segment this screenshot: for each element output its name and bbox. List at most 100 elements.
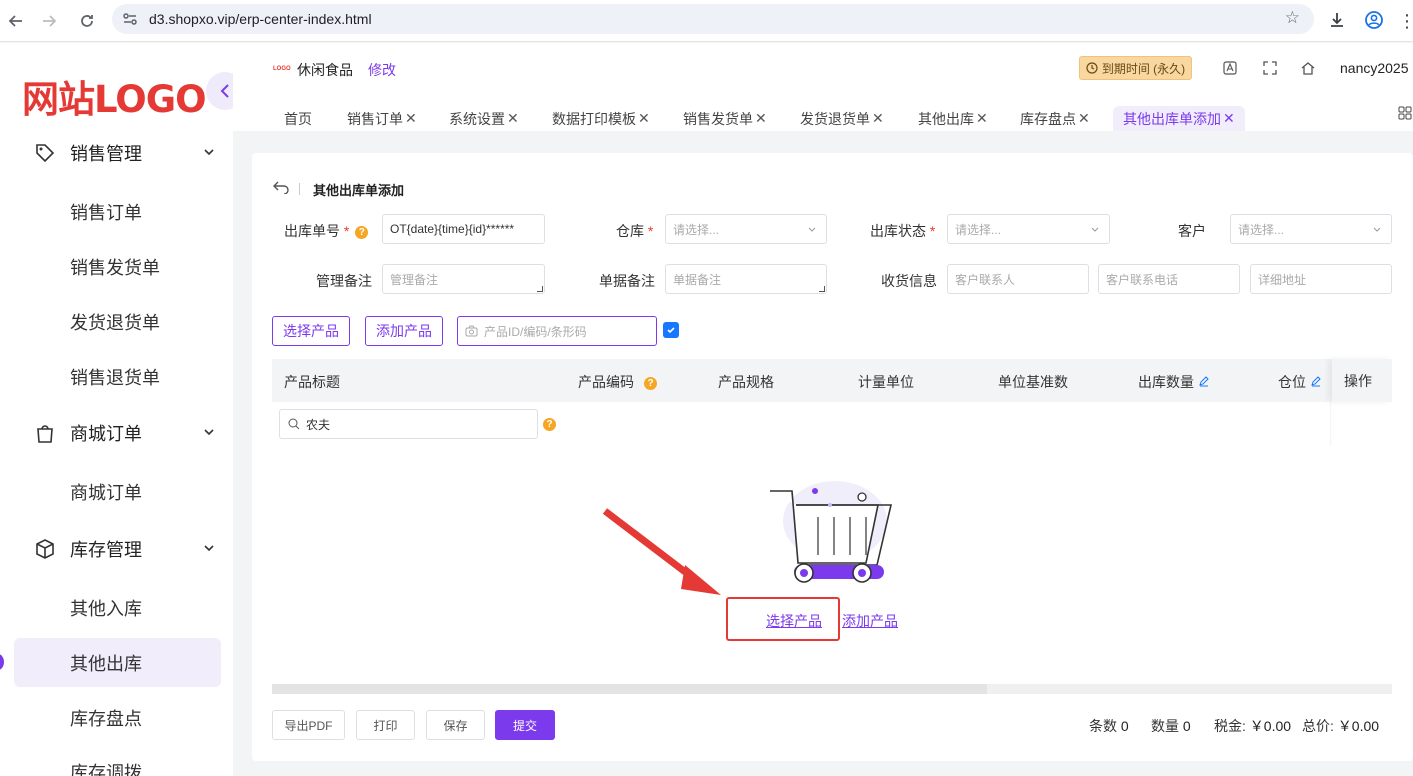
expire-badge: 到期时间 (永久) (1079, 56, 1192, 80)
save-button[interactable]: 保存 (426, 710, 485, 740)
phone-input[interactable]: 客户联系电话 (1098, 264, 1240, 294)
sidebar-item-sales-return[interactable]: 销售退货单 (70, 364, 160, 390)
sidebar-item-other-outbound[interactable]: 其他出库 (70, 650, 142, 676)
resize-handle[interactable] (819, 286, 825, 292)
admin-note-textarea[interactable]: 管理备注 (382, 264, 545, 294)
address-bar[interactable]: d3.shopxo.vip/erp-center-index.html ☆ (112, 4, 1314, 34)
doc-note-textarea[interactable]: 单据备注 (665, 264, 827, 294)
chevron-down-icon (1091, 227, 1099, 232)
empty-add-product-link[interactable]: 添加产品 (842, 613, 898, 629)
help-icon[interactable]: ? (644, 376, 657, 390)
tab-other-outbound-add[interactable]: 其他出库单添加 ✕ (1113, 106, 1245, 131)
chevron-down-icon (204, 545, 214, 552)
address-input[interactable]: 详细地址 (1250, 264, 1392, 294)
add-product-button[interactable]: 添加产品 (365, 316, 443, 346)
doc-note-label: 单据备注 (599, 273, 655, 289)
fullscreen-icon[interactable] (1261, 59, 1279, 77)
sidebar-item-mall-order[interactable]: 商城订单 (70, 479, 142, 505)
translate-icon[interactable] (1221, 59, 1239, 77)
help-icon[interactable]: ? (355, 225, 369, 239)
tab-stocktake[interactable]: 库存盘点 ✕ (1010, 106, 1100, 131)
tab-other-outbound[interactable]: 其他出库 ✕ (908, 106, 998, 131)
user-name[interactable]: nancy2025 (1340, 60, 1409, 76)
collapse-sidebar-button[interactable] (206, 72, 233, 110)
order-no-input[interactable]: OT{date}{time}{id}****** (382, 214, 545, 244)
download-icon[interactable] (1325, 8, 1349, 32)
tab-sales-order[interactable]: 销售订单 ✕ (337, 106, 427, 131)
close-icon[interactable]: ✕ (755, 110, 767, 127)
order-no-label: 出库单号 *? (284, 221, 369, 241)
sidebar-item-stock-transfer[interactable]: 库存调拨 (70, 759, 142, 776)
warehouse-label: 仓库 * (616, 223, 654, 239)
back-icon[interactable] (272, 180, 290, 199)
col-product-code: 产品编码? (578, 372, 657, 392)
close-icon[interactable]: ✕ (976, 110, 988, 127)
product-search-input[interactable]: 产品ID/编码/条形码 (457, 316, 657, 346)
menu-dots-icon[interactable]: ⋮ (1395, 9, 1413, 33)
export-pdf-button[interactable]: 导出PDF (272, 710, 345, 740)
submit-button[interactable]: 提交 (495, 710, 555, 740)
col-label: 出库数量 (1138, 374, 1194, 390)
tab-home[interactable]: 首页 (274, 106, 322, 131)
edit-icon[interactable] (1310, 375, 1322, 387)
placeholder: 单据备注 (673, 273, 722, 287)
back-arrow-icon[interactable] (5, 10, 27, 32)
sidebar-item-sales-order[interactable]: 销售订单 (70, 199, 142, 225)
value: 0 (1182, 718, 1191, 734)
home-icon[interactable] (1299, 59, 1317, 77)
menu-group-label: 销售管理 (70, 144, 142, 164)
menu-group-sales[interactable]: 销售管理 (34, 138, 214, 168)
product-title-filter[interactable]: 农夫 (279, 409, 538, 439)
close-icon[interactable]: ✕ (872, 110, 884, 127)
menu-group-label: 库存管理 (70, 540, 142, 560)
close-icon[interactable]: ✕ (405, 110, 417, 127)
sidebar-item-delivery-return[interactable]: 发货退货单 (70, 309, 160, 335)
camera-icon[interactable] (465, 325, 478, 337)
chevron-down-icon (808, 227, 816, 232)
close-icon[interactable]: ✕ (1078, 110, 1090, 127)
grid-menu-icon[interactable] (1398, 106, 1412, 125)
edit-icon[interactable] (1198, 375, 1210, 387)
contact-input[interactable]: 客户联系人 (947, 264, 1089, 294)
label: 条数 (1089, 718, 1117, 734)
status-select[interactable]: 请选择... (947, 214, 1110, 244)
tab-sales-delivery[interactable]: 销售发货单 ✕ (673, 106, 777, 131)
box-icon (36, 539, 54, 559)
url-text: d3.shopxo.vip/erp-center-index.html (149, 11, 372, 27)
sidebar: 网站LOGO 销售管理 销售订单 销售发货单 发货退货单 销售退货单 商城订单 … (0, 43, 233, 776)
chevron-down-icon (204, 149, 214, 156)
close-icon[interactable]: ✕ (638, 110, 650, 127)
sidebar-item-other-inbound[interactable]: 其他入库 (70, 595, 142, 621)
tab-print-template[interactable]: 数据打印模板 ✕ (542, 106, 660, 131)
select-product-button[interactable]: 选择产品 (272, 316, 350, 346)
empty-select-product-link[interactable]: 选择产品 (766, 613, 822, 629)
tab-system-settings[interactable]: 系统设置 ✕ (439, 106, 529, 131)
customer-select[interactable]: 请选择... (1230, 214, 1392, 244)
resize-handle[interactable] (537, 286, 543, 292)
sidebar-item-stocktake[interactable]: 库存盘点 (70, 705, 142, 731)
shop-name: 休闲食品 (297, 62, 353, 78)
edit-shop-link[interactable]: 修改 (368, 60, 396, 80)
value: ￥0.00 (1337, 718, 1380, 734)
site-settings-icon[interactable] (121, 10, 139, 33)
chevron-down-icon (1373, 227, 1381, 232)
close-icon[interactable]: ✕ (507, 110, 519, 127)
bookmark-star-icon[interactable]: ☆ (1285, 8, 1300, 28)
warehouse-select[interactable]: 请选择... (665, 214, 827, 244)
label-text: 出库状态 (870, 223, 926, 239)
clock-icon (1086, 62, 1098, 74)
menu-group-inventory[interactable]: 库存管理 (34, 534, 214, 564)
search-checkbox[interactable] (663, 322, 679, 338)
reload-icon[interactable] (76, 10, 98, 32)
close-icon[interactable]: ✕ (1223, 110, 1235, 127)
scrollbar-thumb[interactable] (272, 684, 987, 694)
col-product-title: 产品标题 (284, 374, 340, 390)
print-button[interactable]: 打印 (356, 710, 415, 740)
help-icon[interactable]: ? (543, 418, 556, 431)
forward-arrow-icon[interactable] (38, 10, 60, 32)
label: 总价: (1302, 718, 1334, 734)
sidebar-item-sales-delivery[interactable]: 销售发货单 (70, 254, 160, 280)
profile-icon[interactable] (1362, 8, 1386, 32)
menu-group-mall-orders[interactable]: 商城订单 (34, 418, 214, 448)
tab-delivery-return[interactable]: 发货退货单 ✕ (790, 106, 894, 131)
